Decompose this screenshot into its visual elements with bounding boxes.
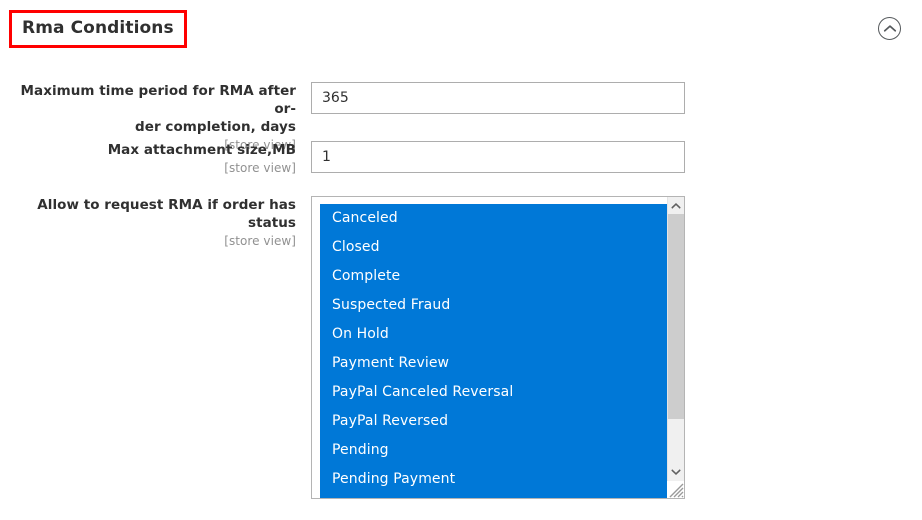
- multiselect-option[interactable]: PayPal Canceled Reversal: [320, 378, 667, 407]
- order-status-multiselect[interactable]: Canceled Closed Complete Suspected Fraud On …: [311, 196, 685, 499]
- field-control-allowed-order-status: Canceled Closed Complete Suspected Fraud On …: [311, 196, 685, 499]
- multiselect-option[interactable]: Canceled: [320, 204, 667, 233]
- collapse-section-button[interactable]: [878, 17, 901, 40]
- multiselect-scrollbar[interactable]: [667, 197, 684, 498]
- multiselect-option[interactable]: Complete: [320, 262, 667, 291]
- multiselect-option[interactable]: Payment Review: [320, 349, 667, 378]
- scrollbar-thumb[interactable]: [668, 214, 684, 419]
- resize-grip-icon: [667, 481, 684, 498]
- multiselect-resize-handle[interactable]: [667, 481, 684, 498]
- max-attachment-size-input[interactable]: [311, 141, 685, 173]
- page-title: Rma Conditions: [22, 18, 174, 38]
- multiselect-option[interactable]: Suspected Fraud: [320, 291, 667, 320]
- multiselect-option[interactable]: Pending Payment: [320, 465, 667, 494]
- page-title-highlight: Rma Conditions: [9, 10, 187, 48]
- multiselect-option[interactable]: PayPal Reversed: [320, 407, 667, 436]
- field-label-max-attachment-size: Max attachment size,MB [store view]: [0, 141, 296, 176]
- section-header: Rma Conditions: [0, 0, 922, 58]
- multiselect-viewport: Canceled Closed Complete Suspected Fraud On …: [312, 197, 667, 498]
- multiselect-option[interactable]: On Hold: [320, 320, 667, 349]
- scrollbar-down-button[interactable]: [668, 463, 684, 480]
- field-scope-label: [store view]: [224, 161, 296, 175]
- field-label-text-line2: der completion, days: [135, 119, 296, 135]
- field-label-allowed-order-status: Allow to request RMA if order has status…: [0, 196, 296, 249]
- field-label-text: Allow to request RMA if order has status: [37, 197, 296, 231]
- field-scope-label: [store view]: [224, 234, 296, 248]
- multiselect-option[interactable]: Closed: [320, 233, 667, 262]
- multiselect-option[interactable]: Pending: [320, 436, 667, 465]
- field-label-text-line1: Maximum time period for RMA after or-: [20, 83, 296, 117]
- scrollbar-up-button[interactable]: [668, 197, 684, 214]
- multiselect-option-list[interactable]: Canceled Closed Complete Suspected Fraud On …: [320, 204, 667, 498]
- field-control-max-attachment-size: [311, 141, 685, 173]
- field-label-text: Max attachment size,MB: [107, 142, 296, 158]
- max-time-period-input[interactable]: [311, 82, 685, 114]
- scrollbar-track[interactable]: [668, 419, 684, 463]
- field-control-max-time-period: [311, 82, 685, 114]
